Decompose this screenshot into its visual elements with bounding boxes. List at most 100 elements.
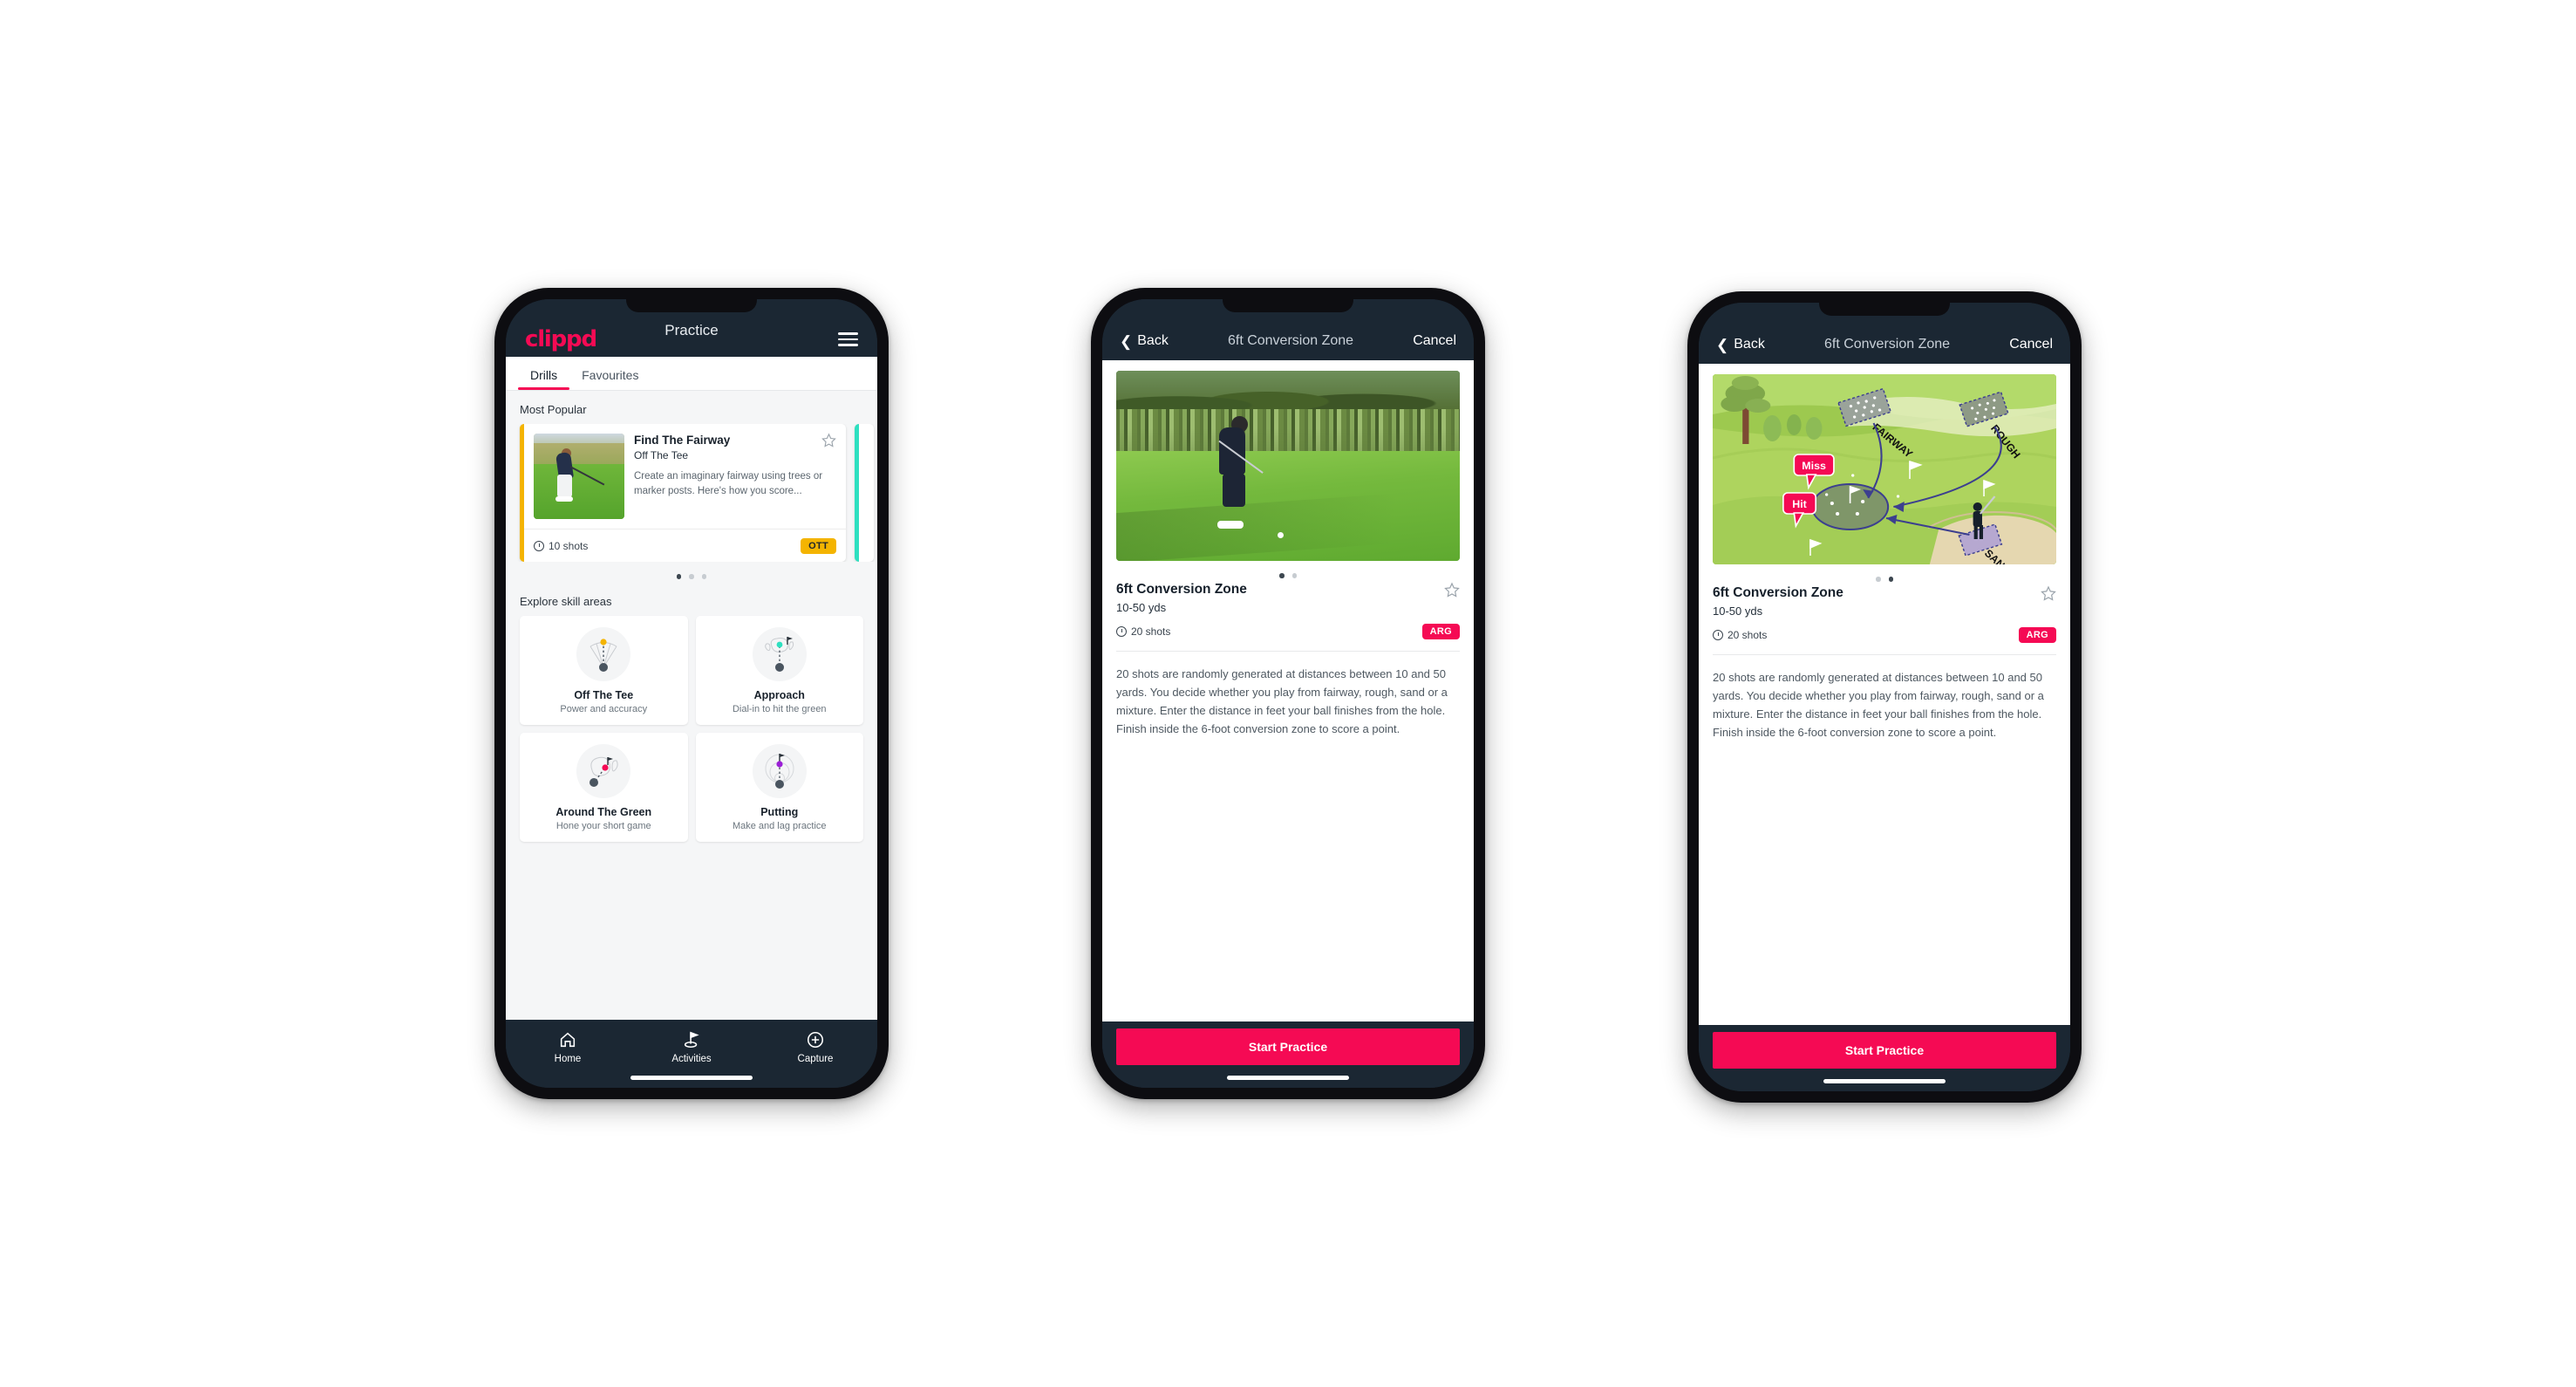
tab-drills[interactable]: Drills (518, 368, 570, 390)
drill-title: Find The Fairway (634, 434, 731, 447)
phone-notch (1223, 299, 1353, 312)
golf-flag-icon (684, 1031, 699, 1049)
skill-name: Around The Green (555, 805, 652, 818)
phone-notch (626, 299, 757, 312)
drill-distance: 10-50 yds (1713, 604, 1763, 618)
pagination-dot[interactable] (701, 574, 707, 579)
golf-course-diagram: FAIRWAY ROUGH SAND Miss Hit (1713, 374, 2056, 564)
nav-item-activities[interactable]: Activities (654, 1030, 729, 1064)
skill-desc: Dial-in to hit the green (732, 703, 827, 714)
skill-name: Putting (760, 805, 799, 818)
nav-item-capture[interactable]: Capture (778, 1030, 853, 1064)
pagination-dot[interactable] (1291, 573, 1297, 578)
home-indicator (630, 1076, 753, 1080)
skill-badge: ARG (1421, 623, 1460, 639)
skill-desc: Power and accuracy (560, 703, 648, 714)
clippd-logo[interactable]: clippd (525, 326, 597, 352)
drill-card[interactable]: Find The Fairway Off The Tee Create an i… (520, 424, 846, 562)
skill-name: Approach (753, 688, 805, 701)
start-practice-button[interactable]: Start Practice (1116, 1028, 1460, 1065)
back-button[interactable]: ❮ Back (1716, 337, 1765, 352)
home-indicator (1823, 1079, 1946, 1083)
drill-category: Off The Tee (634, 449, 689, 461)
back-button[interactable]: ❮ Back (1120, 333, 1169, 349)
green-target-icon (764, 636, 794, 672)
hamburger-icon[interactable] (838, 332, 858, 346)
star-outline-icon[interactable] (2041, 585, 2056, 601)
skill-badge: OTT (801, 537, 836, 554)
section-explore-label: Explore skill areas (520, 594, 612, 608)
skill-area-grid: Off The Tee Power and accuracy Approach … (506, 615, 877, 854)
clock-icon (1713, 629, 1723, 640)
pagination-dot[interactable] (1876, 577, 1881, 582)
skill-card-approach[interactable]: Approach Dial-in to hit the green (695, 615, 863, 725)
drill-shots: 10 shots (534, 540, 588, 552)
cta-container: Start Practice (1699, 1025, 2070, 1069)
skill-desc: Make and lag practice (732, 820, 827, 831)
phone-drill-detail-photo: ❮ Back 6ft Conversion Zone Cancel 6ft Co… (1091, 288, 1485, 1099)
clock-icon (1116, 625, 1127, 637)
star-outline-icon[interactable] (821, 433, 836, 448)
hero-photo[interactable] (1116, 371, 1460, 561)
carousel-pagination (506, 562, 877, 583)
chip-to-green-icon (589, 756, 618, 787)
drill-description: Create an imaginary fairway using trees … (634, 471, 823, 497)
drill-card-next-peek[interactable] (855, 424, 874, 562)
drill-thumbnail (534, 434, 624, 519)
cancel-button[interactable]: Cancel (1413, 333, 1456, 349)
phone-practice-list: clippd Practice Drills Favourites Most P… (494, 288, 889, 1099)
nav-label: Home (554, 1054, 582, 1064)
skill-card-off-the-tee[interactable]: Off The Tee Power and accuracy (520, 615, 688, 725)
clock-icon (534, 540, 544, 551)
dispersion-fan-icon (589, 638, 617, 672)
svg-text:Miss: Miss (1802, 460, 1826, 472)
skill-desc: Hone your short game (555, 820, 651, 831)
home-icon (560, 1032, 576, 1048)
nav-item-home[interactable]: Home (530, 1030, 605, 1064)
skill-name: Off The Tee (574, 688, 634, 701)
drill-detail-title: 6ft Conversion Zone (1713, 584, 1843, 600)
chevron-left-icon: ❮ (1120, 332, 1133, 350)
pagination-dot[interactable] (1888, 577, 1893, 582)
home-indicator (1227, 1076, 1349, 1080)
svg-text:Hit: Hit (1792, 498, 1807, 510)
drill-shots: 20 shots (1116, 625, 1170, 638)
detail-scroll-body: 6ft Conversion Zone 10-50 yds 20 shots A… (1102, 360, 1474, 1021)
nav-title: 6ft Conversion Zone (1823, 337, 1951, 352)
nav-label: Capture (797, 1054, 834, 1064)
section-most-popular-label: Most Popular (520, 403, 587, 416)
pagination-dot[interactable] (1279, 573, 1285, 578)
drill-distance: 10-50 yds (1116, 600, 1167, 614)
chevron-left-icon: ❮ (1716, 336, 1729, 353)
phone-drill-detail-illustration: ❮ Back 6ft Conversion Zone Cancel FAIRWA… (1687, 291, 2082, 1103)
plus-circle-icon (807, 1031, 824, 1049)
back-label: Back (1734, 337, 1765, 352)
drill-carousel[interactable]: Find The Fairway Off The Tee Create an i… (506, 424, 877, 562)
hero-pagination (1102, 561, 1474, 582)
back-label: Back (1137, 333, 1169, 348)
practice-scroll-body: Most Popular Find The Fairway Off The Te… (506, 391, 877, 1020)
pagination-dot[interactable] (676, 574, 682, 579)
cancel-button[interactable]: Cancel (2009, 337, 2053, 352)
detail-scroll-body: FAIRWAY ROUGH SAND Miss Hit 6ft Conversi… (1699, 364, 2070, 1025)
cta-container: Start Practice (1102, 1021, 1474, 1065)
tab-bar: Drills Favourites (506, 357, 877, 391)
drill-detail-title: 6ft Conversion Zone (1116, 581, 1247, 597)
drill-description: 20 shots are randomly generated at dista… (1713, 670, 2044, 739)
skill-badge: ARG (2018, 626, 2056, 643)
putting-rings-icon (765, 753, 794, 789)
skill-card-around-the-green[interactable]: Around The Green Hone your short game (520, 732, 688, 842)
skill-card-putting[interactable]: Putting Make and lag practice (695, 732, 863, 842)
hero-pagination (1699, 564, 2070, 585)
drill-shots: 20 shots (1713, 629, 1767, 641)
hero-illustration[interactable]: FAIRWAY ROUGH SAND Miss Hit (1713, 374, 2056, 564)
nav-label: Activities (671, 1054, 712, 1064)
screenshot-canvas: clippd Practice Drills Favourites Most P… (0, 0, 2576, 1387)
pagination-dot[interactable] (689, 574, 694, 579)
nav-title: 6ft Conversion Zone (1227, 333, 1354, 348)
start-practice-button[interactable]: Start Practice (1713, 1032, 2056, 1069)
tab-favourites[interactable]: Favourites (569, 368, 651, 390)
phone-notch (1819, 303, 1950, 316)
drill-description: 20 shots are randomly generated at dista… (1116, 666, 1448, 735)
star-outline-icon[interactable] (1444, 582, 1460, 598)
